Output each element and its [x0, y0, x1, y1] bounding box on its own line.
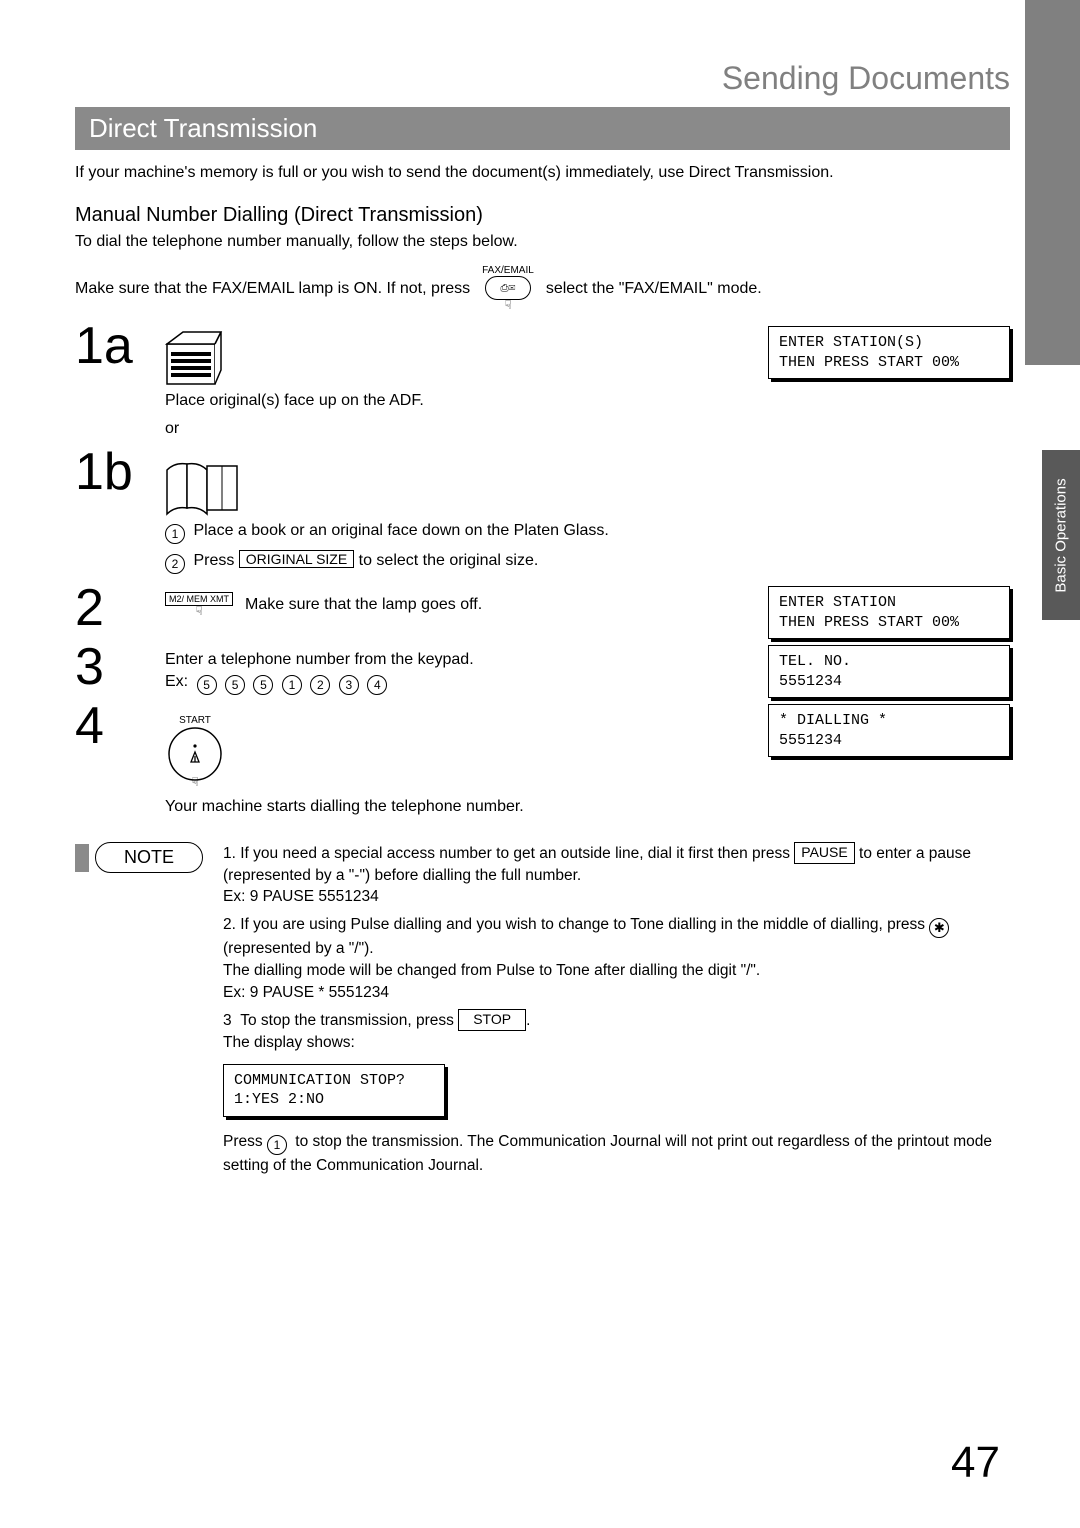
side-tab-label: Basic Operations: [1053, 478, 1070, 592]
side-tab: Basic Operations: [1042, 450, 1080, 620]
section-heading: Direct Transmission: [75, 107, 1010, 150]
text: Make sure that the FAX/EMAIL lamp is ON.…: [75, 280, 470, 298]
text: The display shows:: [223, 1034, 355, 1051]
page-content: Sending Documents Direct Transmission If…: [0, 0, 1080, 1177]
original-size-key: ORIGINAL SIZE: [239, 550, 354, 568]
step-1a-text: Place original(s) face up on the ADF.: [165, 392, 1010, 410]
circled-1-icon: 1: [165, 524, 185, 544]
digit-key: 1: [282, 675, 302, 695]
digit-key: 5: [197, 675, 217, 695]
step-number: 2: [75, 582, 145, 634]
step-4-text: Your machine starts dialling the telepho…: [165, 798, 1010, 816]
text: Make sure that the lamp goes off.: [245, 596, 482, 614]
text: Ex: 9 PAUSE * 5551234: [223, 984, 389, 1001]
instruction-line: To dial the telephone number manually, f…: [75, 233, 1010, 251]
note-label-wrap: NOTE: [75, 842, 203, 1177]
step-1b-item2: 2 Press ORIGINAL SIZE to select the orig…: [165, 550, 1010, 574]
text: If you are using Pulse dialling and you …: [240, 916, 929, 933]
lcd-display: COMMUNICATION STOP? 1:YES 2:NO: [223, 1064, 445, 1117]
note-section: NOTE 1. If you need a special access num…: [75, 842, 1010, 1177]
chapter-title: Sending Documents: [75, 60, 1010, 97]
step-2: 2 M2/ MEM XMT ☟ Make sure that the lamp …: [75, 582, 1010, 639]
start-button-icon: START ☟: [165, 715, 225, 790]
finger-icon: ☟: [195, 604, 202, 618]
subheading: Manual Number Dialling (Direct Transmiss…: [75, 204, 1010, 227]
circled-1-icon: 1: [267, 1135, 287, 1155]
step-4: 4 START ☟ * DIALLING * 5551234: [75, 700, 1010, 790]
digit-key: 3: [339, 675, 359, 695]
text: Press: [223, 1133, 267, 1150]
text: .: [526, 1012, 530, 1029]
finger-icon: ☟: [504, 298, 511, 312]
step-number: 1a: [75, 320, 145, 372]
text: To stop the transmission, press: [240, 1012, 458, 1029]
digit-key: 4: [367, 675, 387, 695]
intro-text: If your machine's memory is full or you …: [75, 164, 1010, 182]
text: (represented by a "/").: [223, 940, 374, 957]
note-body: 1. If you need a special access number t…: [223, 842, 1010, 1177]
step-number: 1b: [75, 446, 145, 498]
svg-text:☟: ☟: [191, 775, 198, 789]
text: Ex: 9 PAUSE 5551234: [223, 888, 379, 905]
oval-button-icon: ⎙✉: [485, 276, 531, 300]
mem-xmt-button-icon: M2/ MEM XMT ☟: [165, 592, 233, 618]
fax-mode-line: Make sure that the FAX/EMAIL lamp is ON.…: [75, 265, 1010, 312]
or-text: or: [165, 420, 1010, 438]
star-key-icon: ✱: [929, 918, 949, 938]
text: The dialling mode will be changed from P…: [223, 962, 760, 979]
step-3: 3 Enter a telephone number from the keyp…: [75, 641, 1010, 698]
note-tick-icon: [75, 844, 89, 872]
step-1b-item1: 1 Place a book or an original face down …: [165, 522, 1010, 544]
pause-key: PAUSE: [794, 842, 854, 864]
stop-key: STOP: [458, 1009, 526, 1031]
fax-email-label: FAX/EMAIL: [482, 265, 534, 276]
digit-key: 5: [225, 675, 245, 695]
start-label: START: [179, 715, 211, 726]
open-book-icon: [165, 456, 1010, 516]
digit-key: 5: [253, 675, 273, 695]
step-number: 4: [75, 700, 145, 752]
right-margin-bar: [1025, 0, 1080, 365]
step-1a: 1a ENTER STATION(S) THEN PRESS START 00%: [75, 320, 1010, 386]
text: Enter a telephone number from the keypad…: [165, 651, 748, 669]
lcd-display: ENTER STATION(S) THEN PRESS START 00%: [768, 326, 1010, 379]
step-1b: 1b: [75, 446, 1010, 516]
lcd-display: * DIALLING * 5551234: [768, 704, 1010, 757]
lcd-display: TEL. NO. 5551234: [768, 645, 1010, 698]
text: Press: [193, 552, 238, 569]
text: to select the original size.: [354, 552, 538, 569]
fax-email-button-icon: FAX/EMAIL ⎙✉ ☟: [482, 265, 534, 312]
text: select the "FAX/EMAIL" mode.: [546, 280, 762, 298]
text: If you need a special access number to g…: [240, 845, 794, 862]
lcd-display: ENTER STATION THEN PRESS START 00%: [768, 586, 1010, 639]
digit-key: 2: [310, 675, 330, 695]
circled-2-icon: 2: [165, 554, 185, 574]
text: Place a book or an original face down on…: [193, 522, 608, 539]
step-number: 3: [75, 641, 145, 693]
adf-document-icon: [165, 330, 748, 386]
text: to stop the transmission. The Communicat…: [223, 1133, 992, 1174]
page-number: 47: [951, 1438, 1000, 1488]
note-pill: NOTE: [95, 842, 203, 873]
ex-label: Ex:: [165, 673, 188, 690]
